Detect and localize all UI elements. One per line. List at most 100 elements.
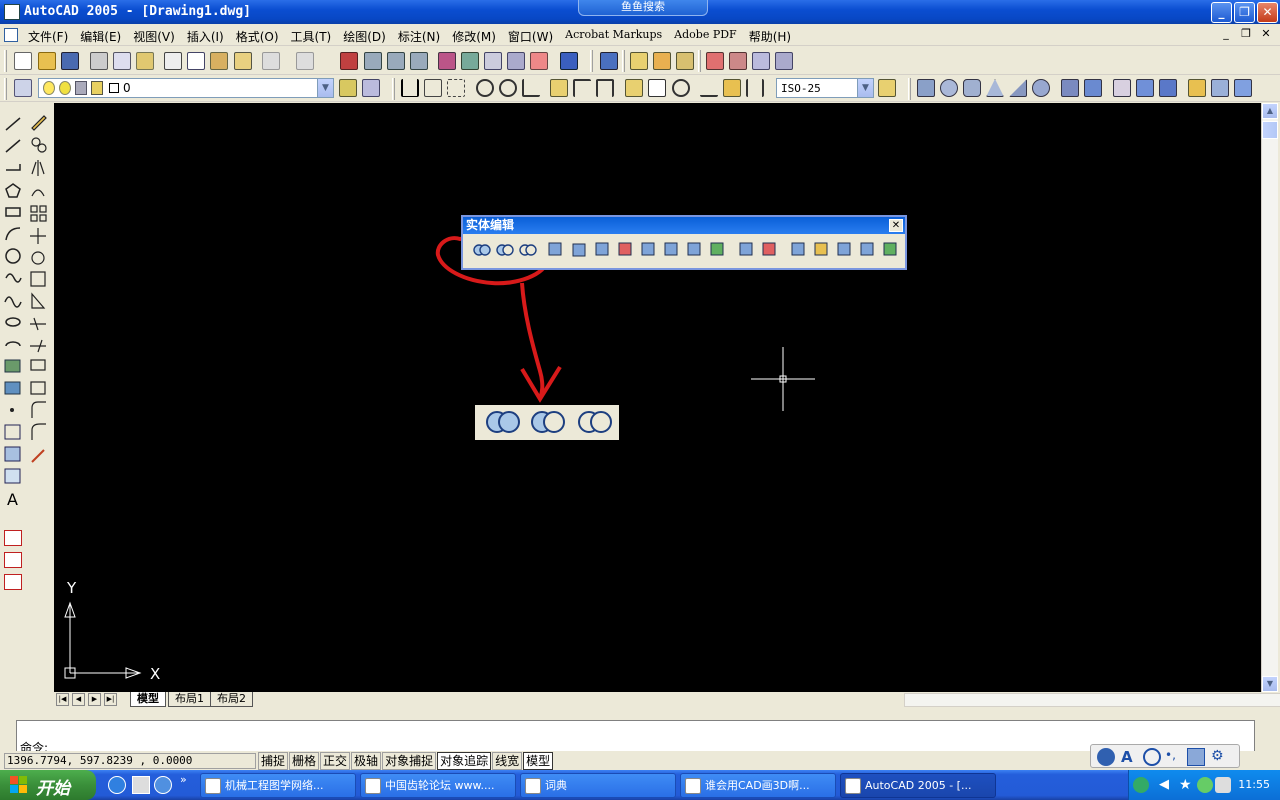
dimension-update-icon[interactable] xyxy=(746,79,764,97)
copy-icon[interactable] xyxy=(187,52,205,70)
search-tab[interactable]: 鱼鱼搜索 xyxy=(578,0,708,16)
otrack-toggle[interactable]: 对象追踪 xyxy=(437,752,492,770)
chevron-left-icon[interactable]: ◀ xyxy=(1159,777,1175,793)
toolbar-grip[interactable] xyxy=(590,50,593,72)
drawing-canvas[interactable]: Y X xyxy=(54,103,1261,692)
revolve-icon[interactable] xyxy=(1084,79,1102,97)
sheet-set-icon[interactable] xyxy=(507,52,525,70)
ime-punct-icon[interactable]: •, xyxy=(1165,748,1183,766)
document-icon[interactable] xyxy=(4,28,18,42)
setup-view-icon[interactable] xyxy=(1211,79,1229,97)
last-tab-icon[interactable]: ▶| xyxy=(104,693,117,706)
zoom-window-icon[interactable] xyxy=(387,52,405,70)
ime-mode-icon[interactable]: A xyxy=(1121,748,1139,766)
setup-profile-icon[interactable] xyxy=(1234,79,1252,97)
toolbar-grip[interactable] xyxy=(908,78,911,100)
continue-dimension-icon[interactable] xyxy=(596,79,614,97)
vertical-scrollbar[interactable]: ▲ ▼ xyxy=(1261,103,1278,692)
close-icon[interactable]: ✕ xyxy=(889,219,903,232)
task-dictionary[interactable]: 词典 xyxy=(520,773,676,798)
tab-layout1[interactable]: 布局1 xyxy=(168,692,211,707)
first-tab-icon[interactable]: |◀ xyxy=(56,693,69,706)
publish-icon[interactable] xyxy=(136,52,154,70)
slice-icon[interactable] xyxy=(1113,79,1131,97)
volume-icon[interactable] xyxy=(1215,777,1231,793)
quick-leader-icon[interactable] xyxy=(625,79,643,97)
section-icon[interactable] xyxy=(1136,79,1154,97)
antivirus-icon[interactable] xyxy=(1197,777,1213,793)
menu-edit[interactable]: 编辑(E) xyxy=(74,27,127,46)
save-icon[interactable] xyxy=(61,52,79,70)
solids-editing-title[interactable]: 实体编辑 xyxy=(463,217,905,234)
autocad-app-icon[interactable] xyxy=(4,4,20,20)
zoom-realtime-icon[interactable] xyxy=(364,52,382,70)
ime-logo-icon[interactable] xyxy=(1097,748,1115,766)
toolbar-grip[interactable] xyxy=(698,50,701,72)
extrude-icon[interactable] xyxy=(1061,79,1079,97)
layer-manager-icon[interactable] xyxy=(14,79,32,97)
ie-icon[interactable] xyxy=(108,776,126,794)
scroll-thumb[interactable] xyxy=(1262,121,1278,139)
undo-icon[interactable] xyxy=(262,52,280,70)
polar-toggle[interactable]: 极轴 xyxy=(351,752,382,770)
menu-format[interactable]: 格式(O) xyxy=(230,27,285,46)
help-icon[interactable] xyxy=(560,52,578,70)
tool-palettes-icon[interactable] xyxy=(484,52,502,70)
doc-restore-button[interactable]: ❐ xyxy=(1238,27,1254,41)
interfere-icon[interactable] xyxy=(1159,79,1177,97)
linear-dimension-icon[interactable] xyxy=(401,79,419,97)
aligned-dimension-icon[interactable] xyxy=(424,79,442,97)
start-button[interactable]: 开始 xyxy=(0,770,96,800)
refedit-icon[interactable] xyxy=(676,52,694,70)
star-icon[interactable]: ★ xyxy=(1179,777,1195,793)
diameter-dimension-icon[interactable] xyxy=(499,79,517,97)
display-order-icon[interactable] xyxy=(600,52,618,70)
menu-window[interactable]: 窗口(W) xyxy=(502,27,559,46)
osnap-toggle[interactable]: 对象捕捉 xyxy=(382,752,437,770)
print-preview-icon[interactable] xyxy=(113,52,131,70)
task-cad-3d-question[interactable]: 谁会用CAD画3D啊... xyxy=(680,773,836,798)
setup-drawing-icon[interactable] xyxy=(1188,79,1206,97)
dimension-style-combo[interactable]: ISO-25 ▼ xyxy=(776,78,874,98)
dimension-style-icon[interactable] xyxy=(878,79,896,97)
menu-modify[interactable]: 修改(M) xyxy=(446,27,502,46)
doc-close-button[interactable]: ✕ xyxy=(1258,27,1274,41)
layer-combo[interactable]: 0 ▼ xyxy=(38,78,334,98)
design-center-icon[interactable] xyxy=(461,52,479,70)
task-autocad[interactable]: AutoCAD 2005 - [... xyxy=(840,773,996,798)
pdf-tool-icon[interactable] xyxy=(752,52,770,70)
ime-toolbar[interactable]: A •, ⚙ xyxy=(1090,744,1240,768)
horizontal-scrollbar[interactable] xyxy=(904,693,1280,707)
grid-toggle[interactable]: 栅格 xyxy=(289,752,320,770)
toolbar-grip[interactable] xyxy=(392,78,395,100)
ordinate-dimension-icon[interactable] xyxy=(447,79,465,97)
menu-view[interactable]: 视图(V) xyxy=(127,27,181,46)
next-tab-icon[interactable]: ▶ xyxy=(88,693,101,706)
torus-icon[interactable] xyxy=(1032,79,1050,97)
menu-adobe-pdf[interactable]: Adobe PDF xyxy=(668,27,743,46)
box-icon[interactable] xyxy=(917,79,935,97)
pdf-export-icon[interactable] xyxy=(775,52,793,70)
menu-acrobat-markups[interactable]: Acrobat Markups xyxy=(559,27,668,46)
angular-dimension-icon[interactable] xyxy=(522,79,540,97)
menu-draw[interactable]: 绘图(D) xyxy=(337,27,392,46)
inquiry-icon[interactable] xyxy=(630,52,648,70)
close-button[interactable]: ✕ xyxy=(1257,2,1278,23)
print-icon[interactable] xyxy=(90,52,108,70)
open-icon[interactable] xyxy=(38,52,56,70)
toolbar-grip[interactable] xyxy=(622,50,625,72)
model-space-toggle[interactable]: 模型 xyxy=(523,752,554,770)
task-mechanical-drawing[interactable]: 机械工程图学网络... xyxy=(200,773,356,798)
solids-editing-toolbar[interactable]: 实体编辑 ✕ xyxy=(461,215,907,270)
coordinate-display[interactable]: 1396.7794, 597.8239 , 0.0000 xyxy=(4,753,256,769)
menu-tools[interactable]: 工具(T) xyxy=(285,27,338,46)
cylinder-icon[interactable] xyxy=(963,79,981,97)
radius-dimension-icon[interactable] xyxy=(476,79,494,97)
ortho-toggle[interactable]: 正交 xyxy=(320,752,351,770)
pan-icon[interactable] xyxy=(340,52,358,70)
pdf-create-icon[interactable] xyxy=(4,530,22,546)
prev-tab-icon[interactable]: ◀ xyxy=(72,693,85,706)
stamp-icon[interactable] xyxy=(729,52,747,70)
zoom-previous-icon[interactable] xyxy=(410,52,428,70)
network-icon[interactable] xyxy=(1133,777,1149,793)
